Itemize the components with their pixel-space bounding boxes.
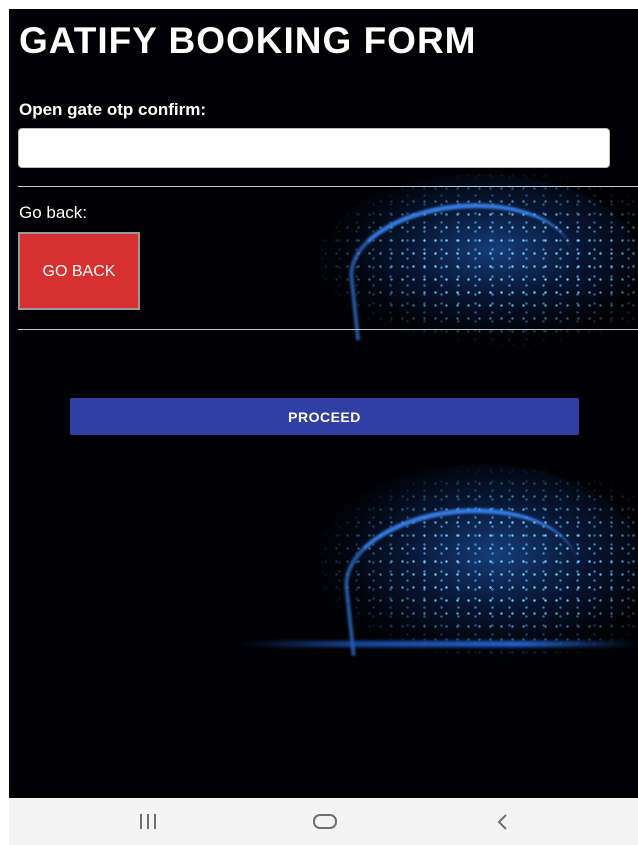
home-button[interactable] <box>285 798 365 845</box>
system-navigation-bar <box>9 798 638 845</box>
otp-field-label: Open gate otp confirm: <box>19 100 206 119</box>
home-icon <box>313 814 337 829</box>
back-icon <box>497 813 507 830</box>
proceed-button[interactable]: PROCEED <box>70 398 579 435</box>
go-back-label: Go back: <box>19 203 88 222</box>
back-button[interactable] <box>462 798 542 845</box>
divider <box>18 329 638 330</box>
recents-button[interactable] <box>108 798 188 845</box>
page-title: GATIFY BOOKING FORM <box>19 20 477 61</box>
otp-input[interactable] <box>18 128 610 168</box>
go-back-button[interactable]: GO BACK <box>18 232 140 310</box>
booking-form: GATIFY BOOKING FORM Open gate otp confir… <box>9 9 638 798</box>
app-screen: GATIFY BOOKING FORM Open gate otp confir… <box>9 9 638 798</box>
divider <box>18 186 638 187</box>
recents-icon <box>140 814 156 829</box>
